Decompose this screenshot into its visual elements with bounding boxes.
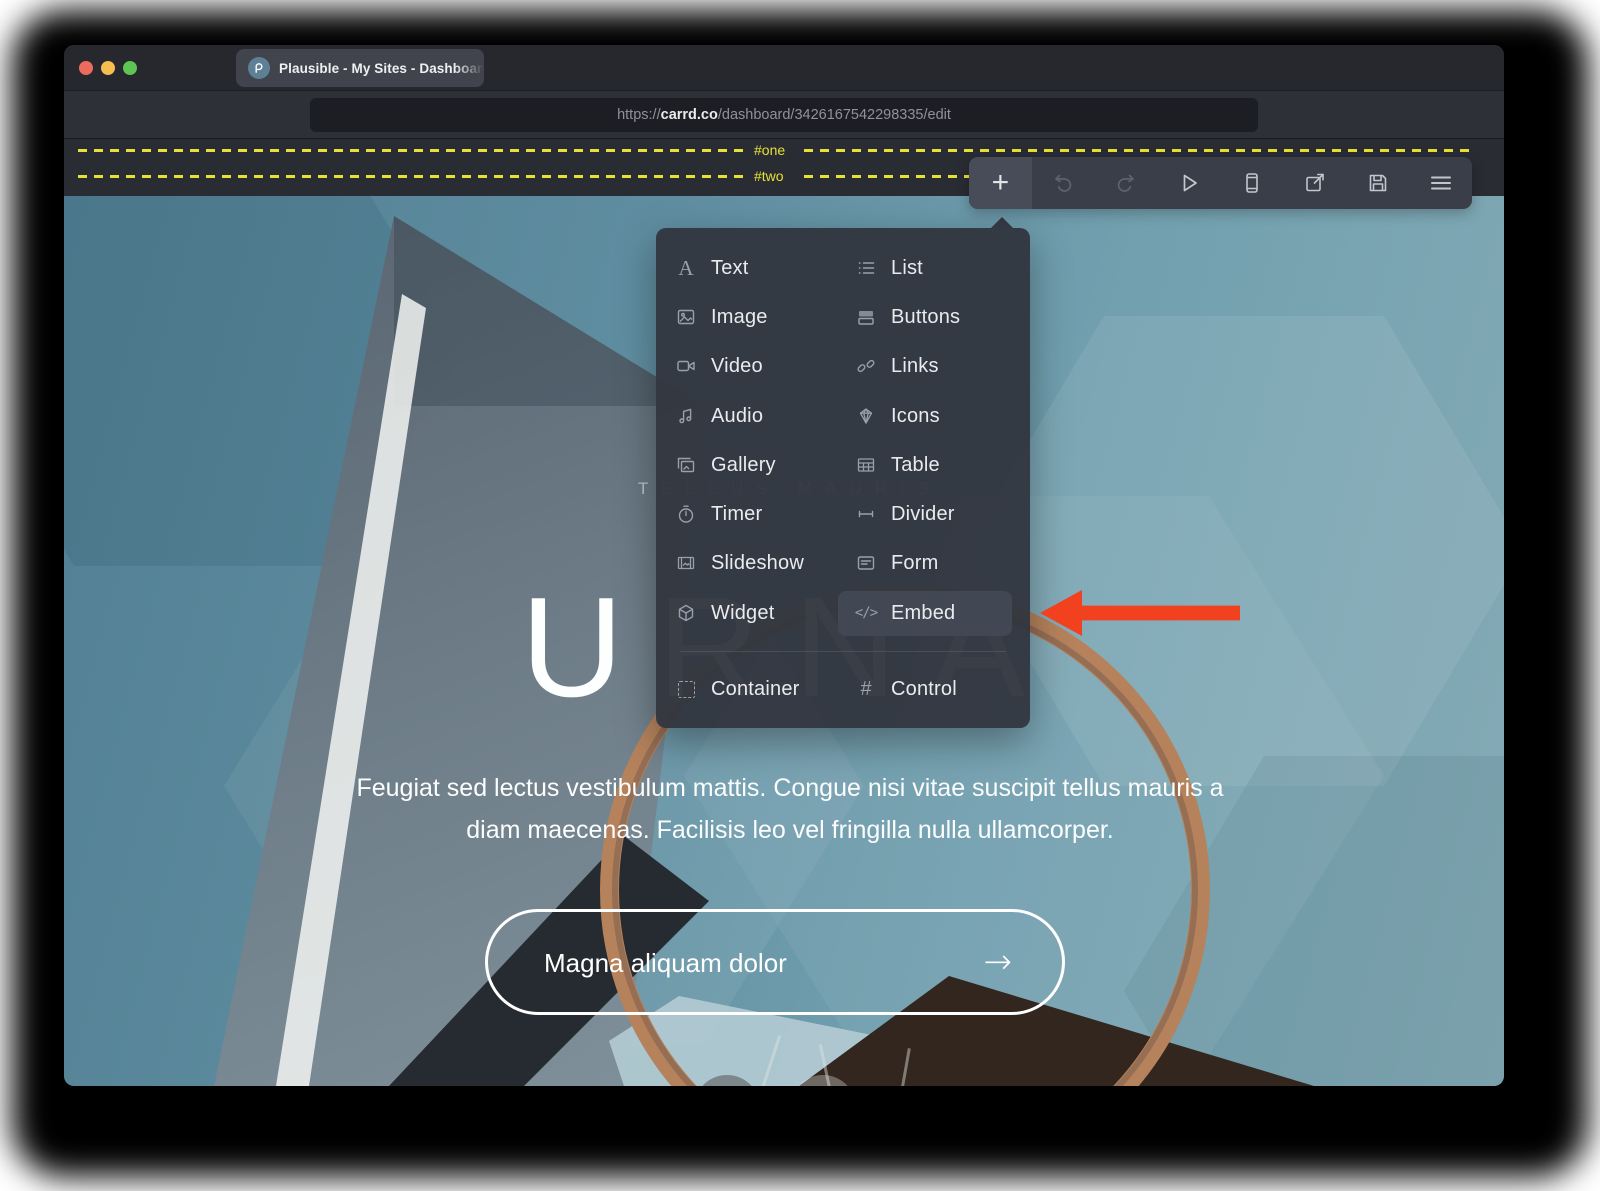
- add-element-button[interactable]: +: [969, 157, 1032, 209]
- undo-button[interactable]: [1032, 157, 1095, 209]
- menu-caret: [990, 217, 1014, 229]
- menu-item-icons[interactable]: Icons: [855, 394, 1013, 438]
- publish-button[interactable]: [1283, 157, 1346, 209]
- menu-divider: [680, 651, 1006, 652]
- add-element-menu: AText Image Video Audio Gallery Timer Sl…: [656, 228, 1030, 728]
- menu-item-embed[interactable]: </>Embed: [855, 591, 1013, 635]
- menu-item-slideshow[interactable]: Slideshow: [675, 541, 833, 585]
- plus-icon: +: [992, 168, 1010, 198]
- container-icon: [675, 678, 697, 700]
- text-icon: A: [675, 257, 697, 279]
- url-scheme: https://: [617, 107, 661, 123]
- menu-item-video[interactable]: Video: [675, 344, 833, 388]
- save-icon: [1366, 171, 1390, 195]
- hero-paragraph-line2: diam maecenas. Facilisis leo vel fringil…: [466, 816, 1114, 844]
- anchor-one-dash-right: [804, 149, 1476, 152]
- gem-icon: [855, 405, 877, 427]
- undo-icon: [1051, 171, 1075, 195]
- preview-button[interactable]: [1158, 157, 1221, 209]
- gallery-icon: [675, 454, 697, 476]
- list-icon: [855, 257, 877, 279]
- widget-cube-icon: [675, 602, 697, 624]
- menu-item-form[interactable]: Form: [855, 541, 1013, 585]
- menu-item-image[interactable]: Image: [675, 295, 833, 339]
- links-chain-icon: [855, 355, 877, 377]
- menu-item-list[interactable]: List: [855, 246, 1013, 290]
- play-icon: [1177, 171, 1201, 195]
- url-row: https://carrd.co/dashboard/3426167542298…: [64, 90, 1504, 138]
- url-path: /dashboard/3426167542298335/edit: [718, 107, 951, 123]
- video-icon: [675, 355, 697, 377]
- menu-item-divider[interactable]: Divider: [855, 492, 1013, 536]
- menu-item-buttons[interactable]: Buttons: [855, 295, 1013, 339]
- audio-icon: [675, 405, 697, 427]
- image-icon: [675, 306, 697, 328]
- menu-item-widget[interactable]: Widget: [675, 591, 833, 635]
- external-link-icon: [1303, 171, 1327, 195]
- anchor-one-dash-left: [78, 149, 750, 152]
- mobile-preview-button[interactable]: [1221, 157, 1284, 209]
- anchor-two-label[interactable]: #two: [754, 168, 784, 184]
- phone-icon: [1240, 171, 1264, 195]
- table-icon: [855, 454, 877, 476]
- anchor-one-label[interactable]: #one: [754, 142, 785, 158]
- code-icon: </>: [855, 602, 877, 624]
- screenshot-stage: Plausible - My Sites - Dashboard https:/…: [0, 0, 1600, 1191]
- close-window-button[interactable]: [79, 61, 93, 75]
- title-bar: Plausible - My Sites - Dashboard: [64, 45, 1504, 90]
- hamburger-icon: [1428, 171, 1454, 195]
- divider-icon: [855, 503, 877, 525]
- redo-button[interactable]: [1095, 157, 1158, 209]
- menu-item-links[interactable]: Links: [855, 344, 1013, 388]
- menu-item-audio[interactable]: Audio: [675, 394, 833, 438]
- tab-title: Plausible - My Sites - Dashboard: [279, 61, 484, 76]
- slideshow-icon: [675, 552, 697, 574]
- browser-tab[interactable]: Plausible - My Sites - Dashboard: [236, 49, 484, 87]
- plausible-favicon-icon: [248, 57, 270, 79]
- zoom-window-button[interactable]: [123, 61, 137, 75]
- minimize-window-button[interactable]: [101, 61, 115, 75]
- menu-item-text[interactable]: AText: [675, 246, 833, 290]
- menu-item-timer[interactable]: Timer: [675, 492, 833, 536]
- url-domain: carrd.co: [661, 107, 718, 123]
- hero-paragraph-line1: Feugiat sed lectus vestibulum mattis. Co…: [356, 774, 1223, 802]
- anchor-two-dash-left: [78, 175, 750, 178]
- timer-icon: [675, 503, 697, 525]
- cta-label: Magna aliquam dolor: [544, 912, 787, 1012]
- redo-icon: [1114, 171, 1138, 195]
- menu-item-table[interactable]: Table: [855, 443, 1013, 487]
- cta-button[interactable]: Magna aliquam dolor →: [485, 909, 1065, 1015]
- address-bar[interactable]: https://carrd.co/dashboard/3426167542298…: [310, 98, 1258, 132]
- menu-item-control[interactable]: #Control: [855, 667, 1013, 711]
- form-icon: [855, 552, 877, 574]
- browser-window: Plausible - My Sites - Dashboard https:/…: [64, 45, 1504, 1086]
- arrow-right-icon: →: [984, 912, 1013, 1012]
- menu-item-gallery[interactable]: Gallery: [675, 443, 833, 487]
- menu-button[interactable]: [1409, 157, 1472, 209]
- buttons-icon: [855, 306, 877, 328]
- hero-paragraph: Feugiat sed lectus vestibulum mattis. Co…: [64, 768, 1504, 851]
- menu-item-container[interactable]: Container: [675, 667, 833, 711]
- save-button[interactable]: [1346, 157, 1409, 209]
- editor-toolbar: +: [969, 157, 1472, 209]
- hash-icon: #: [855, 678, 877, 700]
